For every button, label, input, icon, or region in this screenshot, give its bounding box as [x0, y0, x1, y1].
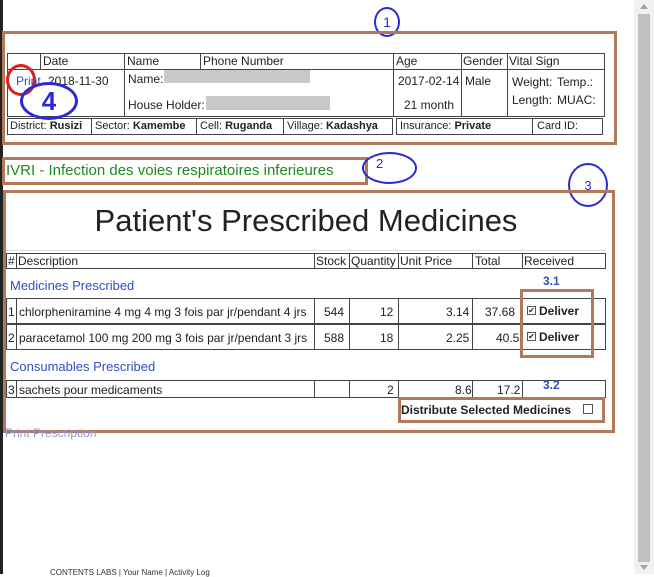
- row3-num: 3: [8, 383, 15, 397]
- row1-qty: 12: [380, 305, 394, 319]
- row3-unit: 8.6: [455, 383, 472, 397]
- cell-field: Cell: Ruganda: [200, 120, 273, 132]
- row1-total: 37.68: [485, 305, 516, 319]
- card-id-field: Card ID:: [537, 120, 578, 132]
- row2-num: 2: [8, 331, 15, 345]
- diagnosis-text: IVRI - Infection des voies respiratoires…: [6, 162, 334, 179]
- annotation-label-3-2: 3.2: [543, 378, 560, 392]
- row3-total: 17.2: [497, 383, 521, 397]
- row3-desc: sachets pour medicaments: [19, 383, 163, 397]
- distribute-label: Distribute Selected Medicines: [401, 403, 572, 417]
- prescription-table-header: [6, 253, 606, 269]
- col-total-header: Total: [475, 254, 501, 268]
- redacted-name: [164, 70, 310, 83]
- annotation-label-3-1: 3.1: [543, 274, 560, 288]
- row1-num: 1: [8, 305, 15, 319]
- row2-unit: 2.25: [446, 331, 470, 345]
- annotation-label-4: 4: [41, 85, 57, 116]
- distribute-checkbox[interactable]: [583, 404, 593, 414]
- footer-text: CONTENTS LABS | Your Name | Activity Log: [50, 568, 210, 577]
- row2-total: 40.5: [496, 331, 520, 345]
- col-desc-header: Description: [18, 254, 79, 268]
- col-phone-header: Phone Number: [203, 54, 284, 68]
- scroll-up-arrow-icon[interactable]: [640, 4, 648, 9]
- scrollbar-thumb[interactable]: [638, 14, 650, 562]
- medicines-heading: Medicines Prescribed: [10, 278, 135, 293]
- prescription-title: Patient's Prescribed Medicines: [94, 203, 518, 238]
- col-name-header: Name: [127, 54, 160, 68]
- col-received-header: Received: [524, 254, 575, 268]
- row1-stock: 544: [324, 305, 345, 319]
- vertical-scrollbar[interactable]: [634, 0, 654, 574]
- redacted-house-holder: [206, 96, 330, 110]
- age-months: 21 month: [404, 98, 455, 112]
- col-qty-header: Quantity: [351, 254, 396, 268]
- col-unit-header: Unit Price: [400, 254, 453, 268]
- col-num-header: #: [8, 254, 15, 268]
- print-prescription-link[interactable]: Print Prescription: [5, 426, 96, 440]
- annotation-label-1: 1: [383, 14, 391, 30]
- insurance-field: Insurance: Private: [400, 120, 492, 132]
- length-label: Length:: [512, 93, 553, 107]
- village-field: Village: Kadashya: [287, 120, 378, 132]
- name-label: Name:: [128, 72, 164, 86]
- age-date: 2017-02-14: [398, 74, 460, 88]
- annotation-circle-2: 2: [362, 152, 417, 184]
- row2-stock: 588: [324, 331, 345, 345]
- row2-desc: paracetamol 100 mg 200 mg 3 fois par jr/…: [19, 331, 308, 345]
- col-gender-header: Gender: [463, 54, 504, 68]
- col-age-header: Age: [396, 54, 418, 68]
- temp-label: Temp.:: [557, 75, 594, 89]
- row1-unit: 3.14: [446, 305, 470, 319]
- col-stock-header: Stock: [316, 254, 347, 268]
- house-holder-label: House Holder:: [128, 98, 205, 112]
- col-date-header: Date: [43, 54, 69, 68]
- row3-qty: 2: [387, 383, 394, 397]
- row2-qty: 18: [380, 331, 394, 345]
- scroll-down-arrow-icon[interactable]: [640, 565, 648, 570]
- annotation-circle-4: 4: [20, 82, 78, 120]
- consumables-heading: Consumables Prescribed: [10, 359, 156, 374]
- annotation-box-deliver: [520, 289, 594, 358]
- annotation-label-2: 2: [376, 156, 384, 171]
- weight-label: Weight:: [512, 75, 553, 89]
- muac-label: MUAC:: [557, 93, 596, 107]
- row1-desc: chlorpheniramine 4 mg 4 mg 3 fois par jr…: [19, 305, 307, 319]
- gender-value: Male: [465, 74, 492, 88]
- sector-field: Sector: Kamembe: [95, 120, 186, 132]
- district-field: District: Rusizi: [10, 120, 83, 132]
- col-vital-header: Vital Sign: [509, 54, 560, 68]
